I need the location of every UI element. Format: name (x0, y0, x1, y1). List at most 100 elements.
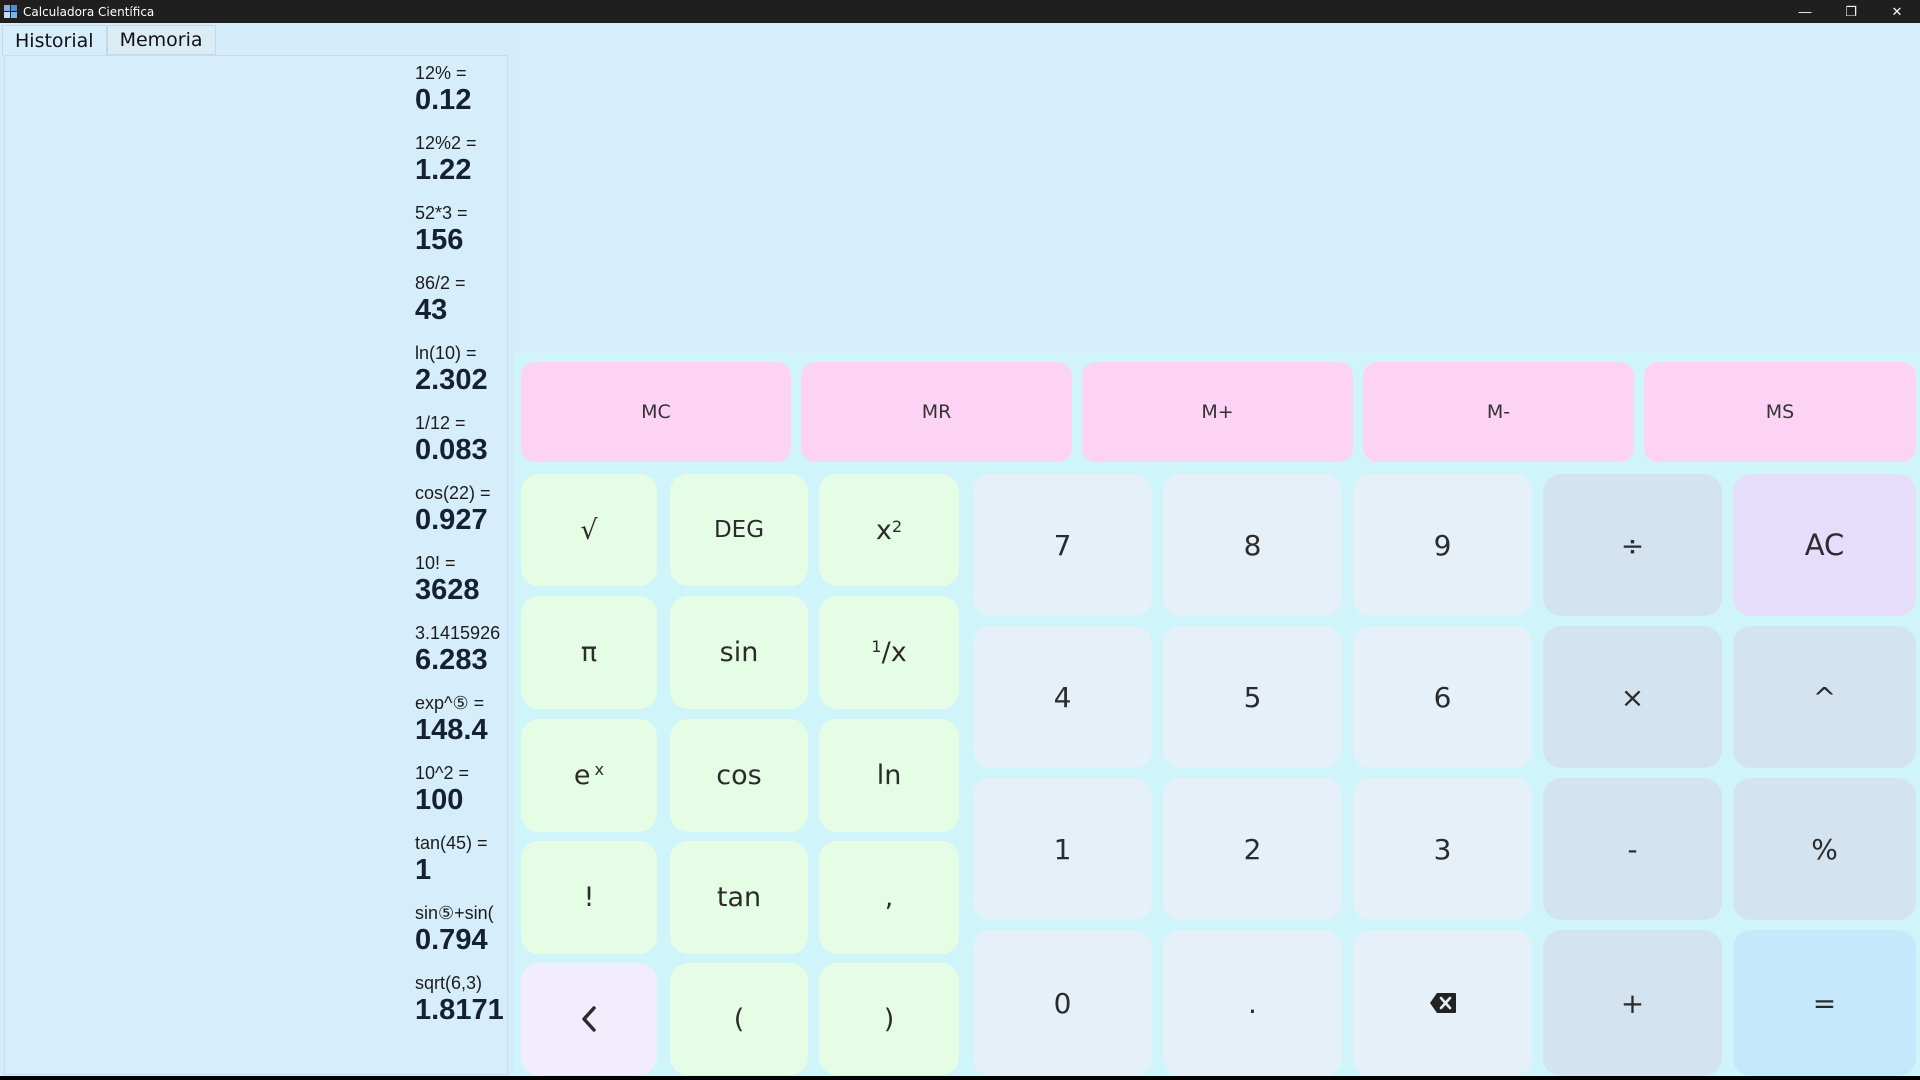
history-result: 148.4 (415, 714, 488, 746)
multiply-button[interactable]: × (1543, 626, 1722, 768)
history-expression: 10! = (415, 553, 456, 573)
history-item[interactable]: 12% = 0.12 (415, 62, 507, 132)
sin-button[interactable]: sin (670, 596, 808, 709)
cos-button[interactable]: cos (670, 719, 808, 832)
sidebar-tabs: Historial Memoria (2, 25, 216, 55)
ln-button[interactable]: ln (819, 719, 959, 832)
history-result: 156 (415, 224, 464, 256)
equals-button[interactable]: = (1733, 930, 1916, 1076)
tab-historial[interactable]: Historial (2, 25, 107, 55)
divide-button[interactable]: ÷ (1543, 474, 1722, 616)
back-chevron-button[interactable] (521, 963, 657, 1075)
history-result: 0.083 (415, 434, 488, 466)
key-5[interactable]: 5 (1163, 626, 1342, 768)
history-expression: sin⑤+sin( (415, 903, 494, 923)
history-item[interactable]: 86/2 = 43 (415, 272, 507, 342)
tab-memoria[interactable]: Memoria (106, 25, 216, 55)
key-0[interactable]: 0 (973, 930, 1152, 1076)
reciprocal-button[interactable]: 1/x (819, 596, 959, 709)
history-result: 0.12 (415, 84, 472, 116)
history-expression: 3.1415926 (415, 623, 501, 643)
square-base: x (875, 514, 892, 546)
minimize-button[interactable]: — (1782, 0, 1828, 23)
key-8[interactable]: 8 (1163, 474, 1342, 616)
history-item[interactable]: cos(22) = 0.927 (415, 482, 507, 552)
calculator-app: 12% = 0.12 12%2 = 1.22 52*3 = 156 86/2 = 43 ln(1… (0, 23, 1920, 1076)
history-result: 0.927 (415, 504, 488, 536)
history-result: 0.794 (415, 924, 488, 956)
deg-button[interactable]: DEG (670, 474, 808, 586)
history-item[interactable]: 52*3 = 156 (415, 202, 507, 272)
exp-base: e (573, 760, 591, 791)
history-expression: exp^⑤ = (415, 693, 485, 713)
history-item[interactable]: sin⑤+sin(0.794 (415, 902, 507, 972)
ms-button[interactable]: MS (1644, 362, 1916, 462)
left-paren-button[interactable]: ( (670, 963, 808, 1075)
reciprocal-rest: /x (881, 637, 907, 668)
pi-button[interactable]: π (521, 596, 657, 709)
history-item[interactable]: sqrt(6,3) 1.8171 (415, 972, 507, 1042)
backspace-button[interactable] (1353, 930, 1532, 1076)
sqrt-button[interactable]: √ (521, 474, 657, 586)
history-expression: 52*3 = (415, 203, 468, 223)
key-4[interactable]: 4 (973, 626, 1152, 768)
history-result: 100 (415, 784, 464, 816)
history-result: 2.302 (415, 364, 488, 396)
history-list: 12% = 0.12 12%2 = 1.22 52*3 = 156 86/2 = 43 ln(1… (415, 62, 507, 1042)
key-3[interactable]: 3 (1353, 778, 1532, 920)
chevron-left-icon (582, 1006, 596, 1032)
key-2[interactable]: 2 (1163, 778, 1342, 920)
history-expression: 86/2 = (415, 273, 466, 293)
m-minus-button[interactable]: M- (1363, 362, 1634, 462)
percent-button[interactable]: % (1733, 778, 1916, 920)
history-expression: tan(45) = (415, 833, 488, 853)
close-button[interactable]: ✕ (1874, 0, 1920, 23)
exp-exponent: x (594, 760, 605, 779)
key-7[interactable]: 7 (973, 474, 1152, 616)
history-result: 1 (415, 854, 432, 886)
history-item[interactable]: ln(10) = 2.302 (415, 342, 507, 412)
minus-button[interactable]: - (1543, 778, 1722, 920)
history-item[interactable]: 3.1415926 6.283 (415, 622, 507, 692)
reciprocal-numerator: 1 (871, 637, 882, 656)
history-item[interactable]: 12%2 = 1.22 (415, 132, 507, 202)
history-expression: 10^2 = (415, 763, 469, 783)
mr-button[interactable]: MR (801, 362, 1072, 462)
square-button[interactable]: x2 (819, 474, 959, 586)
history-result: 3628 (415, 574, 480, 606)
history-expression: ln(10) = (415, 343, 477, 363)
right-paren-button[interactable]: ) (819, 963, 959, 1075)
key-1[interactable]: 1 (973, 778, 1152, 920)
calculator-icon (4, 5, 17, 18)
decimal-button[interactable]: . (1163, 930, 1342, 1076)
key-6[interactable]: 6 (1353, 626, 1532, 768)
power-button[interactable]: ^ (1733, 626, 1916, 768)
history-item[interactable]: 1/12 = 0.083 (415, 412, 507, 482)
comma-button[interactable]: , (819, 841, 959, 954)
history-expression: 12% = (415, 63, 467, 83)
key-9[interactable]: 9 (1353, 474, 1532, 616)
history-item[interactable]: tan(45) = 1 (415, 832, 507, 902)
all-clear-button[interactable]: AC (1733, 474, 1916, 616)
result-display (514, 23, 1920, 353)
square-exponent: 2 (891, 516, 903, 536)
restore-button[interactable]: ❐ (1828, 0, 1874, 23)
history-item[interactable]: 10! = 3628 (415, 552, 507, 622)
mc-button[interactable]: MC (521, 362, 791, 462)
plus-button[interactable]: + (1543, 930, 1722, 1076)
history-expression: 12%2 = (415, 133, 477, 153)
m-plus-button[interactable]: M+ (1082, 362, 1353, 462)
history-result: 6.283 (415, 644, 488, 676)
history-item[interactable]: 10^2 = 100 (415, 762, 507, 832)
factorial-button[interactable]: ! (521, 841, 657, 954)
tan-button[interactable]: tan (670, 841, 808, 954)
history-expression: sqrt(6,3) (415, 973, 483, 993)
title-bar: Calculadora Científica — ❐ ✕ (0, 0, 1920, 23)
history-item[interactable]: exp^⑤ = 148.4 (415, 692, 507, 762)
history-result: 43 (415, 294, 448, 326)
window-title: Calculadora Científica (23, 4, 155, 19)
history-result: 1.8171 (415, 994, 504, 1026)
history-expression: cos(22) = (415, 483, 491, 503)
backspace-icon (1429, 993, 1456, 1013)
exp-button[interactable]: ex (521, 719, 657, 832)
